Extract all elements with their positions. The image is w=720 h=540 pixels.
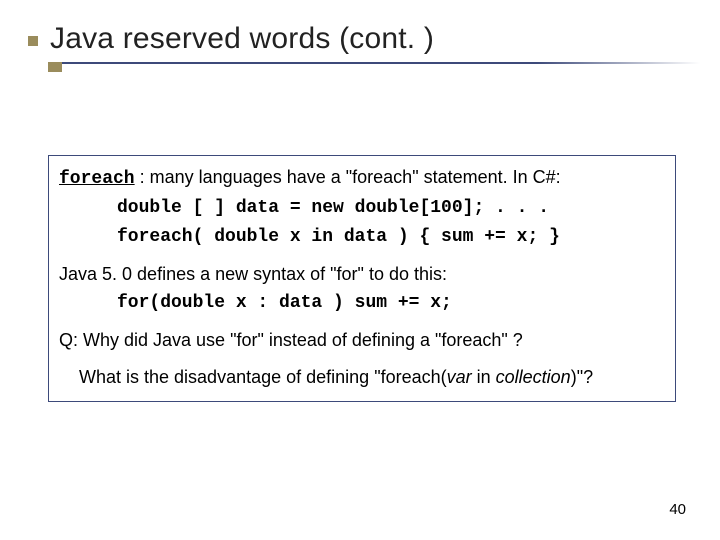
slide-title: Java reserved words (cont. )	[50, 22, 700, 56]
title-accent-icon	[48, 62, 62, 72]
foreach-intro-text: : many languages have a "foreach" statem…	[135, 167, 561, 187]
slide-title-block: Java reserved words (cont. )	[28, 22, 700, 56]
foreach-keyword: foreach	[59, 169, 135, 189]
foreach-intro-line: foreach : many languages have a "foreach…	[59, 164, 665, 193]
question-2: What is the disadvantage of defining "fo…	[79, 364, 665, 391]
csharp-code-line2: foreach( double x in data ) { sum += x; …	[117, 222, 665, 251]
question-1: Q: Why did Java use "for" instead of def…	[59, 327, 665, 354]
java-for-code-line: for(double x : data ) sum += x;	[117, 288, 665, 317]
title-underline	[48, 62, 700, 64]
content-box: foreach : many languages have a "foreach…	[48, 155, 676, 402]
java5-intro-line: Java 5. 0 defines a new syntax of "for" …	[59, 261, 665, 288]
page-number: 40	[669, 501, 686, 518]
csharp-code-line1: double [ ] data = new double[100]; . . .	[117, 193, 665, 222]
title-bullet-icon	[28, 36, 38, 46]
